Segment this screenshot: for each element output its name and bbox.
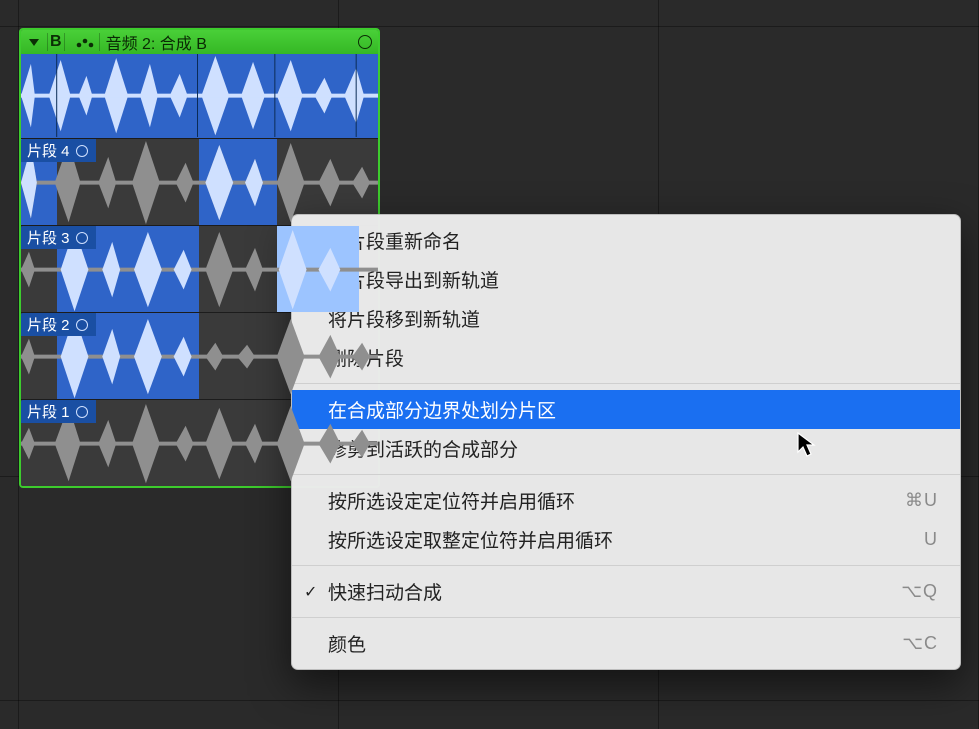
take-label[interactable]: 片段 1 xyxy=(21,400,96,423)
comp-letter-button[interactable]: B xyxy=(47,33,65,51)
menu-item[interactable]: 按所选设定取整定位符并启用循环 U xyxy=(292,520,960,559)
take-label-text: 片段 4 xyxy=(27,140,70,161)
menu-item-label: 在合成部分边界处划分片区 xyxy=(328,396,556,423)
menu-item-shortcut: ⌥Q xyxy=(901,581,938,602)
menu-item[interactable]: 将片段移到新轨道 xyxy=(292,299,960,338)
take-lane[interactable]: 片段 3 xyxy=(21,225,378,312)
menu-item[interactable]: ✓ 快速扫动合成 ⌥Q xyxy=(292,572,960,611)
take-label[interactable]: 片段 3 xyxy=(21,226,96,249)
menu-item-label: 按所选设定定位符并启用循环 xyxy=(328,487,575,514)
menu-item[interactable]: 给片段重新命名 xyxy=(292,221,960,260)
loop-indicator-icon xyxy=(76,145,88,157)
loop-indicator-icon xyxy=(76,232,88,244)
take-folder-title: 音频 2: 合成 B xyxy=(106,30,348,54)
checkmark-icon: ✓ xyxy=(304,582,317,602)
menu-separator xyxy=(292,474,960,475)
loop-indicator-icon xyxy=(76,406,88,418)
menu-separator xyxy=(292,565,960,566)
take-label[interactable]: 片段 2 xyxy=(21,313,96,336)
menu-item-shortcut: U xyxy=(924,529,938,550)
loop-indicator-icon xyxy=(76,319,88,331)
menu-item[interactable]: 将片段导出到新轨道 xyxy=(292,260,960,299)
take-folder-header[interactable]: B 音频 2: 合成 B xyxy=(21,30,378,54)
take-label-text: 片段 1 xyxy=(27,401,70,422)
quick-swipe-icon[interactable] xyxy=(71,33,100,51)
menu-item-label: 删除片段 xyxy=(328,344,404,371)
menu-item-label: 颜色 xyxy=(328,630,366,657)
menu-item-shortcut: ⌥C xyxy=(902,633,938,654)
menu-item[interactable]: 颜色 ⌥C xyxy=(292,624,960,663)
loop-indicator-icon xyxy=(358,35,372,49)
context-menu[interactable]: 给片段重新命名将片段导出到新轨道将片段移到新轨道删除片段在合成部分边界处划分片区… xyxy=(291,214,961,670)
take-lane[interactable]: 片段 4 xyxy=(21,138,378,225)
take-label[interactable]: 片段 4 xyxy=(21,139,96,162)
menu-item[interactable]: 按所选设定定位符并启用循环 ⌘U xyxy=(292,481,960,520)
menu-item-label: 按所选设定取整定位符并启用循环 xyxy=(328,526,613,553)
take-label-text: 片段 3 xyxy=(27,227,70,248)
menu-item[interactable]: 删除片段 xyxy=(292,338,960,377)
comp-lane[interactable] xyxy=(21,54,378,138)
take-label-text: 片段 2 xyxy=(27,314,70,335)
menu-item[interactable]: 在合成部分边界处划分片区 xyxy=(292,390,960,429)
menu-item[interactable]: 修剪到活跃的合成部分 xyxy=(292,429,960,468)
menu-separator xyxy=(292,383,960,384)
menu-item-label: 快速扫动合成 xyxy=(328,578,442,605)
menu-item-shortcut: ⌘U xyxy=(905,490,938,511)
disclosure-triangle-icon[interactable] xyxy=(27,33,41,51)
menu-separator xyxy=(292,617,960,618)
menu-item-label: 修剪到活跃的合成部分 xyxy=(328,435,518,462)
